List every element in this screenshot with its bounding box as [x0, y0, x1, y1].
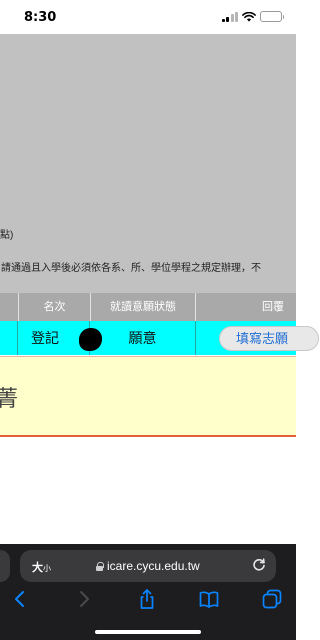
- url-display[interactable]: icare.cycu.edu.tw: [96, 559, 200, 573]
- browser-bottom-bar: 大小 icare.cycu.edu.tw: [0, 544, 296, 640]
- rank-text: 登記: [31, 330, 59, 346]
- panel-text: 菁: [0, 387, 19, 412]
- browser-toolbar: [0, 588, 296, 612]
- table-header: 名次 就讀意願狀態 回覆: [0, 293, 296, 321]
- row-leading-cell: [0, 321, 18, 355]
- status-bar: 8:30: [0, 0, 296, 34]
- wifi-icon: [242, 11, 256, 22]
- forward-icon[interactable]: [73, 588, 95, 610]
- page-gray-area: [0, 34, 296, 293]
- tabs-icon[interactable]: [261, 588, 283, 610]
- header-enrollment-status: 就讀意願狀態: [90, 293, 196, 321]
- rank-cell: 登記: [18, 321, 102, 355]
- note-rule-text: 請通過且入學後必須依各系、所、學位學程之規定辦理，不: [1, 263, 261, 274]
- reload-icon[interactable]: [251, 557, 267, 573]
- lock-icon: [96, 561, 104, 571]
- url-text: icare.cycu.edu.tw: [107, 559, 200, 573]
- fill-preference-button[interactable]: 填寫志願: [219, 326, 319, 351]
- previous-tab-stub[interactable]: [0, 550, 10, 582]
- status-icons: [221, 11, 284, 22]
- page-blank-area: [0, 437, 296, 544]
- bookmarks-icon[interactable]: [198, 588, 220, 610]
- share-icon[interactable]: [136, 588, 158, 610]
- battery-icon: [260, 11, 284, 22]
- note-point-text: 點): [0, 230, 14, 241]
- status-cell: 願意: [90, 321, 196, 355]
- table-row: 登記 願意 填寫志願: [0, 321, 319, 355]
- header-reply: 回覆: [262, 301, 284, 313]
- back-icon[interactable]: [9, 588, 31, 610]
- address-bar[interactable]: 大小 icare.cycu.edu.tw: [20, 550, 276, 582]
- text-size-button[interactable]: 大小: [32, 559, 51, 575]
- status-time: 8:30: [24, 10, 57, 25]
- header-rank: 名次: [18, 293, 90, 321]
- info-panel: 菁: [0, 356, 296, 437]
- signal-icon: [221, 11, 238, 22]
- home-indicator: [95, 630, 201, 634]
